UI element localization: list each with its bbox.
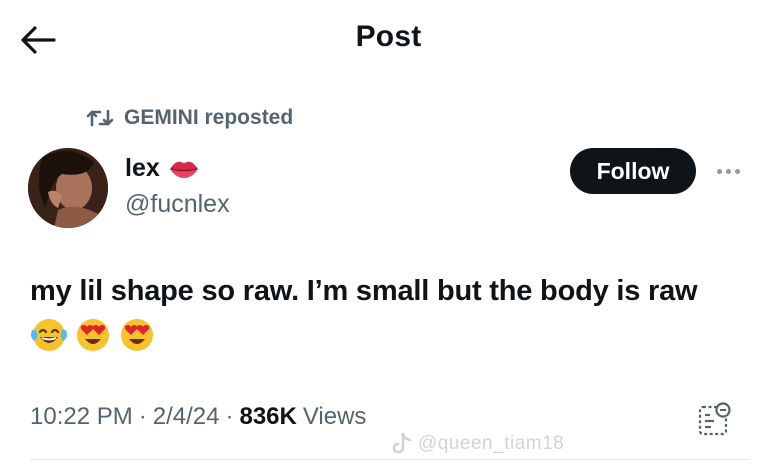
more-options-icon[interactable] xyxy=(708,158,748,184)
more-dot xyxy=(725,168,731,174)
top-bar: Post xyxy=(0,0,777,78)
views-label: Views xyxy=(302,403,367,430)
tiktok-watermark: @queen_tiam18 xyxy=(392,433,564,455)
divider xyxy=(30,459,750,460)
post-meta: 10:22 PM · 2/4/24 · 836K Views xyxy=(30,403,366,431)
more-dot xyxy=(734,168,740,174)
follow-button[interactable]: Follow xyxy=(570,148,696,194)
post-emojis xyxy=(30,316,156,354)
meta-separator: · xyxy=(138,403,147,430)
post-analytics-button[interactable] xyxy=(696,400,734,438)
avatar[interactable] xyxy=(28,148,108,228)
author-handle[interactable]: @fucnlex xyxy=(125,190,230,219)
post-text: my lil shape so raw. I’m small but the b… xyxy=(30,275,698,307)
meta-separator: · xyxy=(225,403,234,430)
author-name[interactable]: lex xyxy=(125,154,200,183)
page-title: Post xyxy=(355,20,422,53)
repost-label: GEMINI reposted xyxy=(124,106,294,129)
watermark-handle: @queen_tiam18 xyxy=(418,433,565,454)
tiktok-logo xyxy=(392,433,412,454)
post-time[interactable]: 10:22 PM xyxy=(30,403,133,431)
repost-indicator[interactable]: GEMINI reposted xyxy=(86,103,293,133)
author-display-name: lex xyxy=(125,154,160,182)
more-dot xyxy=(716,168,722,174)
retweet-icon xyxy=(86,109,114,127)
heart-eyes-emoji xyxy=(77,319,109,351)
heart-eyes-emoji xyxy=(121,319,153,351)
lips-emoji xyxy=(169,161,198,178)
laughing-tears-emoji xyxy=(31,319,67,351)
post-analytics-icon xyxy=(698,402,731,436)
views-count: 836K xyxy=(239,403,297,430)
avatar-photo xyxy=(28,148,108,228)
post-date[interactable]: 2/4/24 xyxy=(153,403,220,431)
